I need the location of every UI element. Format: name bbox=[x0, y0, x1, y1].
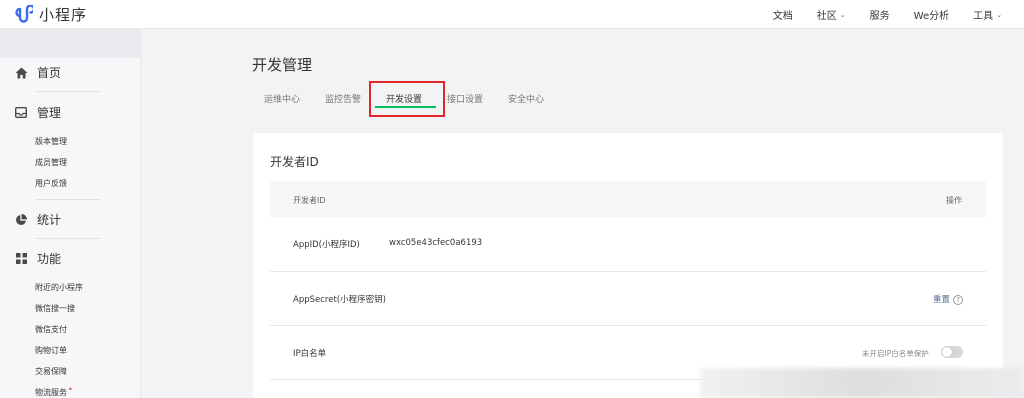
sidebar-item-user-feedback[interactable]: 用户反馈 bbox=[35, 178, 67, 189]
grid-icon bbox=[14, 252, 28, 266]
appsecret-label: AppSecret(小程序密钥) bbox=[293, 295, 386, 305]
help-icon[interactable]: ? bbox=[953, 294, 964, 305]
logo[interactable]: 小程序 bbox=[13, 4, 87, 25]
sidebar-item-logistics[interactable]: 物流服务• bbox=[35, 385, 73, 398]
mini-program-logo-icon bbox=[15, 4, 33, 23]
sidebar-section-stats[interactable]: 统计 bbox=[14, 211, 61, 228]
inbox-icon bbox=[14, 106, 28, 120]
new-dot-badge: • bbox=[68, 385, 73, 394]
page-title: 开发管理 bbox=[252, 56, 313, 74]
sidebar-divider bbox=[36, 199, 100, 200]
sidebar-divider bbox=[36, 91, 100, 92]
sidebar-section-features[interactable]: 功能 bbox=[14, 250, 61, 267]
topnav-services[interactable]: 服务 bbox=[870, 7, 890, 22]
ip-whitelist-status: 未开启IP白名单保护 bbox=[862, 349, 929, 358]
pie-chart-icon bbox=[14, 213, 28, 227]
sidebar-item-version-manage[interactable]: 版本管理 bbox=[35, 136, 67, 147]
sidebar-item-home-highlight bbox=[0, 28, 141, 58]
column-header-action: 操作 bbox=[946, 196, 962, 205]
column-header-developer-id: 开发者ID bbox=[293, 196, 326, 205]
app-name: 小程序 bbox=[39, 6, 88, 24]
ip-whitelist-toggle[interactable] bbox=[941, 346, 963, 358]
tab-api-settings[interactable]: 接口设置 bbox=[447, 92, 483, 105]
appid-value: wxc05e43cfec0a6193 bbox=[389, 238, 483, 248]
topnav-we-analytics[interactable]: We分析 bbox=[914, 7, 949, 22]
top-nav: 文档 社区 ⌄ 服务 We分析 工具 ⌄ bbox=[773, 7, 1002, 23]
home-icon bbox=[14, 66, 28, 80]
top-bar: 小程序 文档 社区 ⌄ 服务 We分析 工具 ⌄ bbox=[0, 0, 1024, 29]
tab-ops-center[interactable]: 运维中心 bbox=[264, 92, 300, 105]
sidebar-item-member-manage[interactable]: 成员管理 bbox=[35, 157, 67, 168]
annotation-highlight-box bbox=[369, 81, 445, 117]
topnav-community[interactable]: 社区 ⌄ bbox=[817, 7, 846, 23]
sidebar-item-nearby-mini-program[interactable]: 附近的小程序 bbox=[35, 282, 83, 293]
sidebar-item-home[interactable]: 首页 bbox=[14, 64, 61, 81]
topnav-tools[interactable]: 工具 ⌄ bbox=[973, 7, 1002, 23]
card-title: 开发者ID bbox=[270, 155, 319, 169]
tab-monitor-alerts[interactable]: 监控告警 bbox=[325, 92, 361, 105]
topnav-docs[interactable]: 文档 bbox=[773, 7, 793, 22]
table-header bbox=[270, 181, 986, 217]
sidebar-divider bbox=[36, 238, 100, 239]
ip-whitelist-label: IP白名单 bbox=[293, 349, 327, 359]
sidebar-section-manage[interactable]: 管理 bbox=[14, 104, 61, 121]
sidebar-item-wechat-pay[interactable]: 微信支付 bbox=[35, 324, 67, 335]
reset-secret-link[interactable]: 重置? bbox=[933, 293, 964, 305]
sidebar-item-shopping-orders[interactable]: 购物订单 bbox=[35, 345, 67, 356]
sidebar-item-wechat-search[interactable]: 微信搜一搜 bbox=[35, 303, 75, 314]
blurred-watermark bbox=[700, 368, 1024, 398]
sidebar-item-trade-guarantee[interactable]: 交易保障 bbox=[35, 366, 67, 377]
chevron-down-icon: ⌄ bbox=[839, 10, 846, 19]
chevron-down-icon: ⌄ bbox=[996, 10, 1002, 19]
row-divider bbox=[270, 325, 986, 326]
appid-label: AppID(小程序ID) bbox=[293, 240, 360, 250]
row-divider bbox=[270, 271, 986, 272]
tab-security-center[interactable]: 安全中心 bbox=[508, 92, 544, 105]
